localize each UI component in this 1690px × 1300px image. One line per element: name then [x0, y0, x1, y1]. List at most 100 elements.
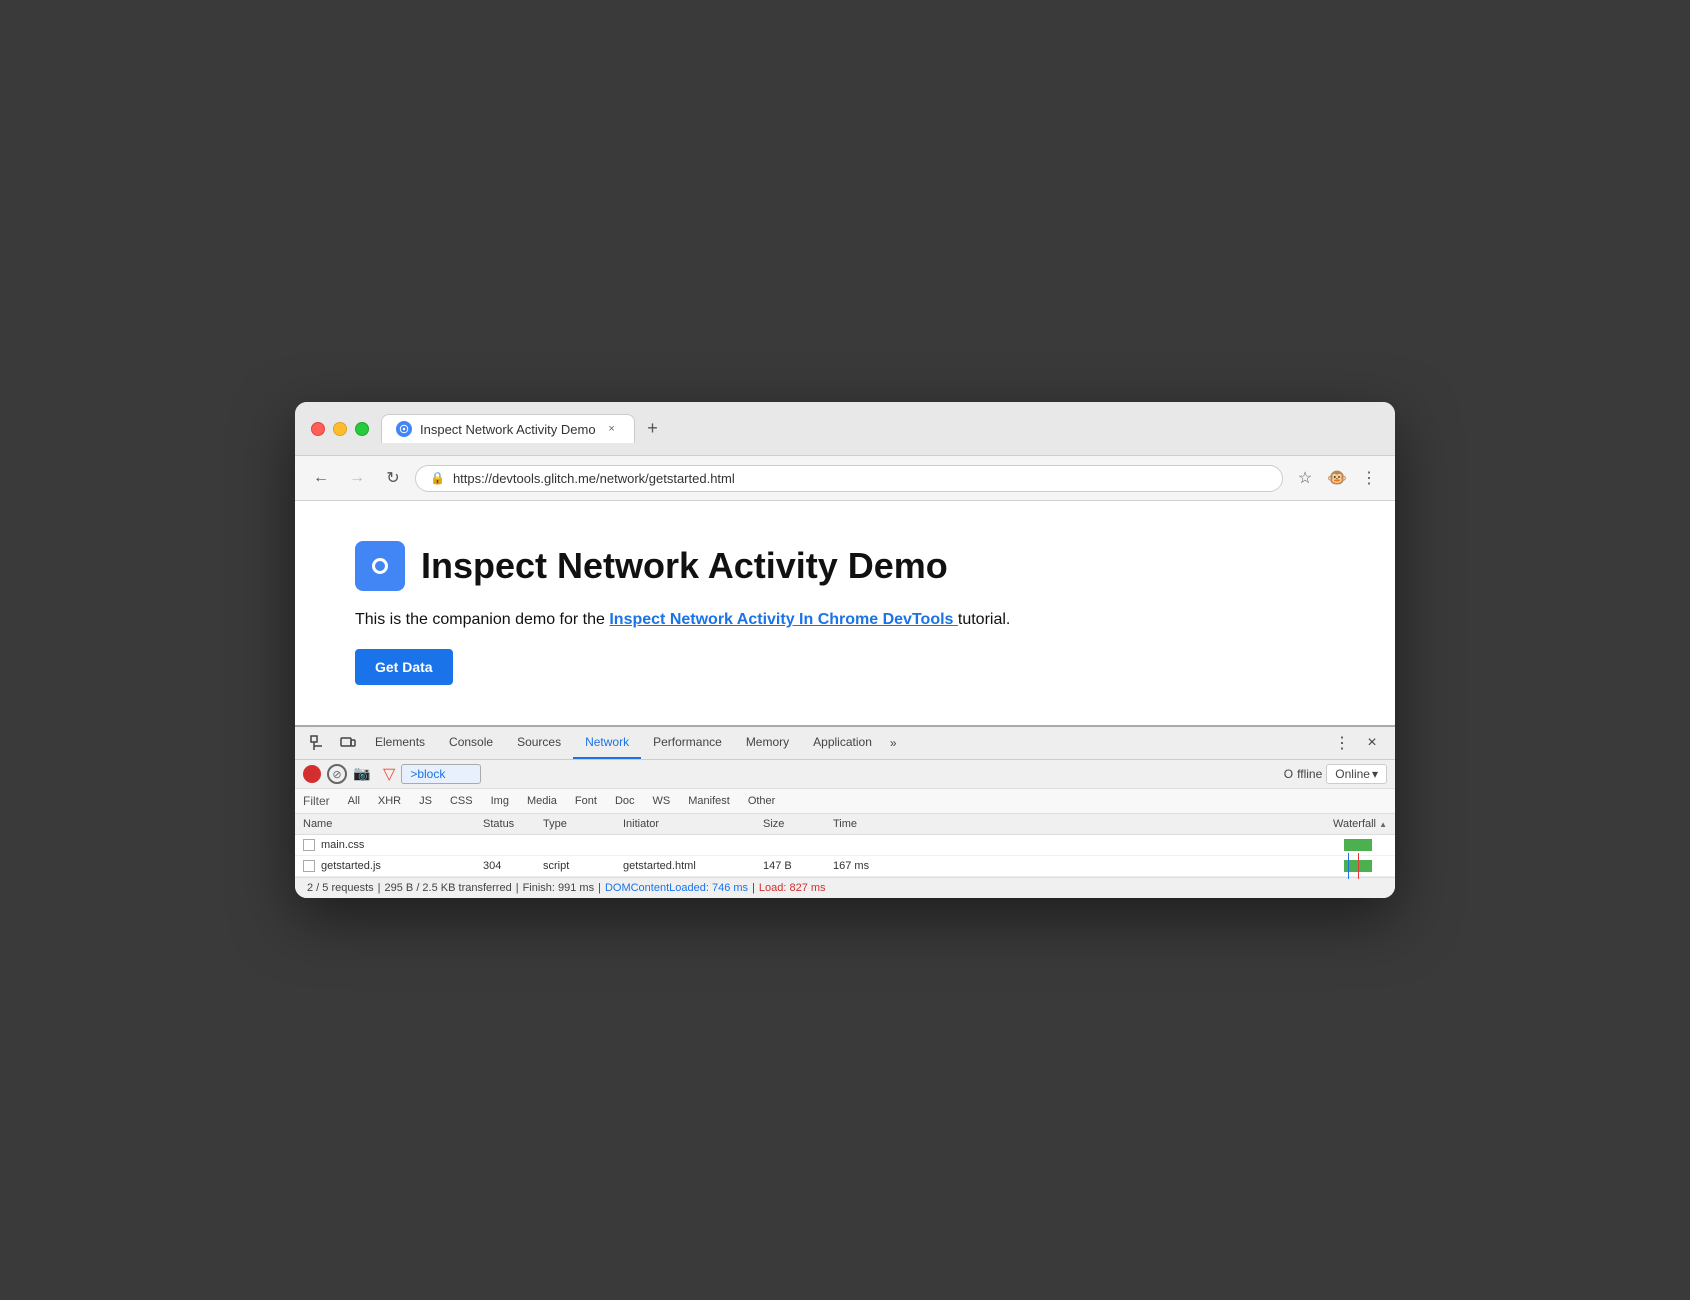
- clear-button[interactable]: ⊘: [327, 764, 347, 784]
- cell-status-1: 304: [483, 860, 543, 872]
- filter-tabs: Filter All XHR JS CSS Img Media Font Doc…: [295, 789, 1395, 814]
- page-title-row: Inspect Network Activity Demo: [355, 541, 1335, 591]
- tab-sources[interactable]: Sources: [505, 727, 573, 759]
- filter-tab-other[interactable]: Other: [740, 793, 784, 809]
- filter-tab-font[interactable]: Font: [567, 793, 605, 809]
- get-data-button[interactable]: Get Data: [355, 649, 453, 685]
- requests-count: 2 / 5 requests: [307, 882, 374, 894]
- tab-favicon: [396, 421, 412, 437]
- tab-close-button[interactable]: ×: [604, 421, 620, 437]
- filter-tab-manifest[interactable]: Manifest: [680, 793, 738, 809]
- close-traffic-light[interactable]: [311, 422, 325, 436]
- nav-actions: ☆ 🐵 ⋮: [1291, 464, 1383, 492]
- waterfall-line-blue: [1348, 853, 1349, 879]
- col-status: Status: [483, 818, 543, 830]
- page-description: This is the companion demo for the Inspe…: [355, 611, 1335, 629]
- traffic-lights: [311, 422, 369, 436]
- cell-initiator-1: getstarted.html: [623, 860, 763, 872]
- waterfall-1: [903, 859, 1387, 873]
- tab-application[interactable]: Application: [801, 727, 884, 759]
- cell-name-1: getstarted.js: [303, 860, 483, 872]
- cell-size-1: 147 B: [763, 860, 833, 872]
- row-checkbox-1[interactable]: [303, 860, 315, 872]
- record-button[interactable]: [303, 765, 321, 783]
- load-time: Load: 827 ms: [759, 882, 826, 894]
- file-name-1: getstarted.js: [321, 860, 381, 872]
- filter-tab-doc[interactable]: Doc: [607, 793, 643, 809]
- status-bar: 2 / 5 requests | 295 B / 2.5 KB transfer…: [295, 877, 1395, 898]
- address-bar[interactable]: 🔒 https://devtools.glitch.me/network/get…: [415, 465, 1283, 492]
- online-dropdown[interactable]: Online ▾: [1326, 764, 1387, 784]
- page-content: Inspect Network Activity Demo This is th…: [295, 501, 1395, 725]
- element-picker-icon[interactable]: [303, 728, 333, 758]
- chrome-logo: [355, 541, 405, 591]
- online-label: Online: [1335, 767, 1370, 781]
- separator-3: |: [598, 882, 601, 894]
- tab-title: Inspect Network Activity Demo: [420, 422, 596, 437]
- sort-triangle: ▲: [1379, 820, 1387, 829]
- forward-button[interactable]: →: [343, 464, 371, 492]
- filter-tab-css[interactable]: CSS: [442, 793, 481, 809]
- tab-memory[interactable]: Memory: [734, 727, 801, 759]
- filter-tab-ws[interactable]: WS: [645, 793, 679, 809]
- col-initiator: Initiator: [623, 818, 763, 830]
- nav-bar: ← → ↻ 🔒 https://devtools.glitch.me/netwo…: [295, 456, 1395, 501]
- back-button[interactable]: ←: [307, 464, 335, 492]
- filter-tab-media[interactable]: Media: [519, 793, 565, 809]
- maximize-traffic-light[interactable]: [355, 422, 369, 436]
- file-name-0: main.css: [321, 839, 364, 851]
- waterfall-0: [903, 838, 1387, 852]
- table-row[interactable]: getstarted.js 304 script getstarted.html…: [295, 856, 1395, 877]
- filter-icon: ▽: [383, 764, 395, 784]
- page-title: Inspect Network Activity Demo: [421, 545, 948, 587]
- account-button[interactable]: 🐵: [1323, 464, 1351, 492]
- browser-tab[interactable]: Inspect Network Activity Demo ×: [381, 414, 635, 443]
- reload-button[interactable]: ↻: [379, 464, 407, 492]
- description-suffix: tutorial.: [958, 611, 1010, 628]
- bookmark-button[interactable]: ☆: [1291, 464, 1319, 492]
- dropdown-arrow: ▾: [1372, 767, 1378, 781]
- filter-tab-xhr[interactable]: XHR: [370, 793, 409, 809]
- filter-label: Filter: [303, 794, 330, 808]
- tab-bar: Inspect Network Activity Demo × +: [381, 414, 1379, 443]
- more-tabs-button[interactable]: »: [884, 728, 903, 758]
- title-bar: Inspect Network Activity Demo × +: [295, 402, 1395, 456]
- row-checkbox-0[interactable]: [303, 839, 315, 851]
- waterfall-line-red: [1358, 853, 1359, 879]
- tab-network[interactable]: Network: [573, 727, 641, 759]
- waterfall-label: Waterfall: [1333, 818, 1376, 830]
- col-waterfall: Waterfall ▲: [903, 818, 1387, 830]
- address-text: https://devtools.glitch.me/network/getst…: [453, 471, 1268, 486]
- cell-time-1: 167 ms: [833, 860, 903, 872]
- filter-tab-img[interactable]: Img: [483, 793, 517, 809]
- device-toggle-icon[interactable]: [333, 728, 363, 758]
- devtools-link[interactable]: Inspect Network Activity In Chrome DevTo…: [609, 611, 958, 628]
- devtools-close-button[interactable]: ×: [1357, 728, 1387, 758]
- separator-4: |: [752, 882, 755, 894]
- network-right-controls: Offline Online ▾: [1284, 764, 1387, 784]
- menu-button[interactable]: ⋮: [1355, 464, 1383, 492]
- separator-2: |: [516, 882, 519, 894]
- finish-time: Finish: 991 ms: [523, 882, 595, 894]
- table-row[interactable]: main.css: [295, 835, 1395, 856]
- waterfall-bar-0: [1344, 839, 1372, 851]
- filter-tab-all[interactable]: All: [340, 793, 368, 809]
- cell-type-1: script: [543, 860, 623, 872]
- filter-tab-js[interactable]: JS: [411, 793, 440, 809]
- offline-label: O: [1284, 767, 1293, 781]
- screenshot-button[interactable]: 📷: [353, 765, 377, 783]
- filter-input[interactable]: [401, 764, 481, 784]
- new-tab-button[interactable]: +: [639, 415, 667, 443]
- devtools-panel: Elements Console Sources Network Perform…: [295, 725, 1395, 898]
- minimize-traffic-light[interactable]: [333, 422, 347, 436]
- dom-content-loaded: DOMContentLoaded: 746 ms: [605, 882, 748, 894]
- col-type: Type: [543, 818, 623, 830]
- network-toolbar: ⊘ 📷 ▽ Offline Online ▾: [295, 760, 1395, 789]
- tab-performance[interactable]: Performance: [641, 727, 734, 759]
- tab-console[interactable]: Console: [437, 727, 505, 759]
- tab-elements[interactable]: Elements: [363, 727, 437, 759]
- devtools-menu-button[interactable]: ⋮: [1327, 728, 1357, 758]
- col-size: Size: [763, 818, 833, 830]
- separator-1: |: [378, 882, 381, 894]
- lock-icon: 🔒: [430, 471, 445, 485]
